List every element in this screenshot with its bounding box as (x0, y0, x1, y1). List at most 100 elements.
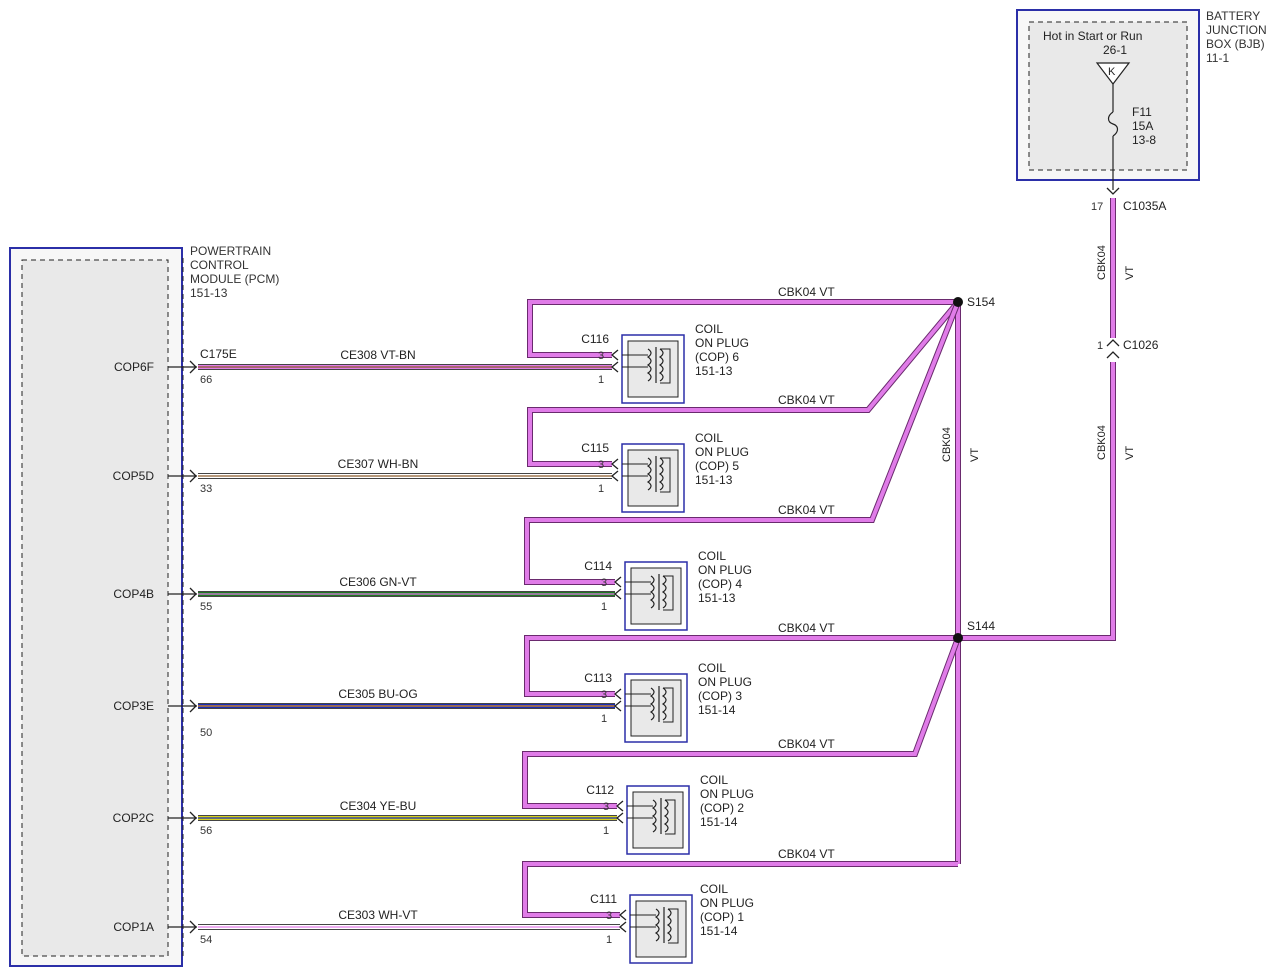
feed-wire-label: CBK04 VT (778, 393, 835, 407)
signal-circuit-label: CE308 VT-BN (340, 348, 415, 362)
fuse-ref: 13-8 (1132, 133, 1156, 147)
c1026-chevron-bottom-icon (1106, 351, 1120, 359)
coil-pin-arrow-icon (613, 588, 622, 600)
relay-symbol: K (1108, 66, 1116, 78)
coil-cop2[interactable]: C112 3 1 COILON PLUG(COP) 2151-14 (586, 773, 754, 855)
coil-name-line: ON PLUG (698, 563, 752, 577)
coil-ref: 151-13 (695, 364, 733, 378)
coil-ref: 151-14 (700, 924, 738, 938)
pcm-connector-label: C175E (200, 347, 237, 361)
coil-connector-label: C115 (581, 441, 609, 455)
coil-name-line: (COP) 4 (698, 577, 742, 591)
c1026-pin: 1 (1097, 340, 1103, 352)
pcm-pin-name: COP4B (113, 587, 154, 601)
coil-name-line: COIL (695, 322, 723, 336)
coil-cop1[interactable]: C111 3 1 COILON PLUG(COP) 1151-14 (590, 882, 754, 964)
coil-name-line: COIL (698, 549, 726, 563)
bjb-name-line-3: BOX (BJB) (1206, 37, 1265, 51)
feed-wire-upper-circuit: CBK04 (1096, 245, 1108, 280)
coil-ref: 151-14 (698, 703, 736, 717)
coil-pin-top: 3 (601, 577, 607, 589)
coil-cop5[interactable]: C115 3 1 COILON PLUG(COP) 5151-13 (581, 431, 749, 513)
coil-ref: 151-13 (698, 591, 736, 605)
signal-circuit-label: CE305 BU-OG (338, 687, 417, 701)
splice-s144-label: S144 (967, 619, 995, 633)
coil-pin-arrow-icon (615, 812, 624, 824)
coil-pin-arrow-icon (610, 458, 619, 470)
splice-s154-dot[interactable] (953, 297, 963, 307)
coil-name-line: COIL (700, 882, 728, 896)
splice-s154-label: S154 (967, 295, 995, 309)
coil-cop6[interactable]: C116 3 1 COILON PLUG(COP) 6151-13 (581, 322, 749, 404)
pcm-pin-name: COP2C (113, 811, 155, 825)
signal-circuit-label: CE304 YE-BU (340, 799, 416, 813)
coil-pin-bottom: 1 (601, 713, 607, 725)
coil-pin-top: 3 (598, 459, 604, 471)
coil-ref: 151-13 (695, 473, 733, 487)
coil-pin-arrow-icon (610, 361, 619, 373)
coil-connector-label: C114 (584, 559, 612, 573)
pcm-pin-name: COP3E (113, 699, 154, 713)
coil-cop4[interactable]: C114 3 1 COILON PLUG(COP) 4151-13 (584, 549, 752, 631)
coil-pin-arrow-icon (613, 688, 622, 700)
coil-pin-arrow-icon (613, 576, 622, 588)
feed-wire-lower-circuit: CBK04 (1096, 425, 1108, 460)
coil-pin-bottom: 1 (603, 825, 609, 837)
wires-layer: CBK04 VT COP6F 66 CE308 VT-BN CBK04 VT COP5D 3… (113, 285, 961, 946)
coil-name-line: COIL (698, 661, 726, 675)
pcm-ref: 151-13 (190, 286, 228, 300)
coil-pin-top: 3 (603, 801, 609, 813)
feed-wire-label: CBK04 VT (778, 621, 835, 635)
coil-pin-bottom: 1 (598, 374, 604, 386)
bjb-name-line-2: JUNCTION (1206, 23, 1267, 37)
coil-cop3[interactable]: C113 3 1 COILON PLUG(COP) 3151-14 (584, 661, 752, 743)
coil-pin-arrow-icon (610, 349, 619, 361)
splice-s144-dot[interactable] (953, 633, 963, 643)
coil-name-line: ON PLUG (698, 675, 752, 689)
signal-circuit-label: CE307 WH-BN (338, 457, 419, 471)
pcm-pin-name: COP1A (113, 920, 154, 934)
pcm-name-line-3: MODULE (PCM) (190, 272, 279, 286)
coil-pin-arrow-icon (615, 800, 624, 812)
c1035a-pin: 17 (1091, 201, 1103, 213)
pcm-pin-name: COP5D (113, 469, 155, 483)
bjb-ref: 11-1 (1206, 51, 1229, 65)
c1035a-name: C1035A (1123, 199, 1166, 213)
coil-pin-bottom: 1 (598, 483, 604, 495)
fuse-rating: 15A (1132, 119, 1153, 133)
pcm-module[interactable] (9, 247, 184, 967)
coil-pin-bottom: 1 (606, 934, 612, 946)
coil-pin-top: 3 (606, 910, 612, 922)
feed-wire-upper-color: VT (1124, 266, 1136, 280)
coil-connector-label: C112 (586, 783, 614, 797)
c1026-name: C1026 (1123, 338, 1159, 352)
pcm-pin-name: COP6F (114, 360, 154, 374)
coil-name-line: (COP) 5 (695, 459, 739, 473)
pcm-pin-number: 56 (200, 825, 212, 837)
coil-name-line: COIL (700, 773, 728, 787)
coil-pin-bottom: 1 (601, 601, 607, 613)
bjb-hot-ref: 26-1 (1103, 43, 1127, 57)
signal-circuit-label: CE306 GN-VT (339, 575, 417, 589)
coil-ref: 151-14 (700, 815, 738, 829)
coil-connector-label: C116 (581, 332, 609, 346)
pcm-pin-number: 55 (200, 601, 212, 613)
splice-bus-circuit: CBK04 (941, 427, 953, 462)
feed-wire-label: CBK04 VT (778, 737, 835, 751)
feed-wire-cop2[interactable] (522, 636, 961, 809)
pcm-pin-number: 66 (200, 374, 212, 386)
coil-connector-label: C113 (584, 671, 612, 685)
coil-pin-top: 3 (601, 689, 607, 701)
pcm-name-line-1: POWERTRAIN (190, 244, 271, 258)
coil-pin-top: 3 (598, 350, 604, 362)
coil-name-line: ON PLUG (700, 896, 754, 910)
feed-wire-lower-color: VT (1124, 446, 1136, 460)
pcm-pin-number: 50 (200, 727, 212, 739)
feed-wire-cop5[interactable] (527, 300, 961, 467)
feed-wire-label: CBK04 VT (778, 285, 835, 299)
coil-pin-arrow-icon (618, 921, 627, 933)
feed-wire-label: CBK04 VT (778, 847, 835, 861)
splice-bus-color: VT (969, 448, 981, 462)
feed-wire-lower[interactable] (958, 362, 1116, 641)
coil-pin-arrow-icon (613, 700, 622, 712)
